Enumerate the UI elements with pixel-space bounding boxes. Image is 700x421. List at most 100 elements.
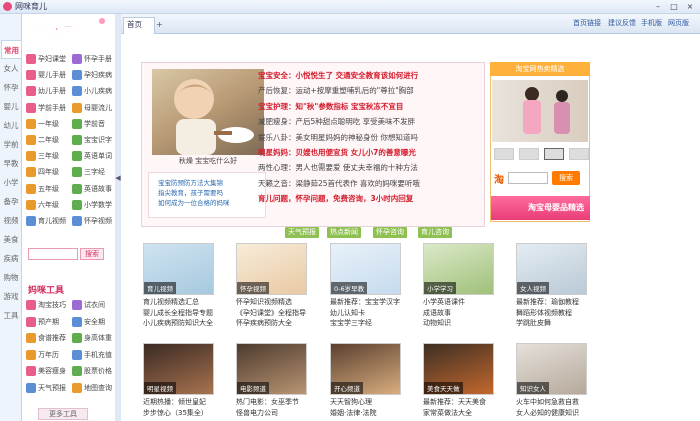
card-thumbnail[interactable]: 怀孕视频 <box>236 243 307 295</box>
left-menu-item[interactable]: 孕妇疾病 <box>72 68 112 82</box>
tip-link[interactable]: 宝宝防预防方法大集锦 <box>158 177 223 187</box>
parenting-consult-button[interactable]: 育儿咨询 <box>418 227 452 238</box>
left-menu-item[interactable]: 怀孕视频 <box>72 214 112 228</box>
left-menu-item[interactable]: 三年级 <box>26 149 59 163</box>
sidebar-item[interactable]: 幼儿 <box>1 116 21 135</box>
search-input[interactable] <box>28 248 78 260</box>
tool-item[interactable]: 试衣间 <box>72 298 105 312</box>
card-link[interactable]: 女人必知的健康知识 <box>516 408 579 418</box>
sidebar-item[interactable]: 女人 <box>1 59 21 78</box>
card-link[interactable]: 婴儿成长全程指导专题 <box>143 308 213 318</box>
card-link[interactable]: 《孕妇课堂》全程指导 <box>236 308 306 318</box>
left-menu-item[interactable]: 育儿视频 <box>26 214 66 228</box>
ad-thumb[interactable] <box>494 148 514 160</box>
card-link[interactable]: 怀孕疾病预防大全 <box>236 318 292 328</box>
left-menu-item[interactable]: 四年级 <box>26 165 59 179</box>
sidebar-item[interactable]: 游戏 <box>1 287 21 306</box>
sidebar-item[interactable]: 视频 <box>1 211 21 230</box>
sidebar-item[interactable]: 怀孕 <box>1 78 21 97</box>
left-menu-item[interactable]: 小儿疾病 <box>72 84 112 98</box>
feature-photo[interactable] <box>152 69 264 155</box>
tip-link[interactable]: 如何成为一位合格的妈咪 <box>158 197 230 207</box>
left-menu-item[interactable]: 一年级 <box>26 117 59 131</box>
card-link[interactable]: 怪兽电力公司 <box>236 408 278 418</box>
left-menu-item[interactable]: 五年级 <box>26 182 59 196</box>
card-thumbnail[interactable]: 电影频道 <box>236 343 307 395</box>
left-menu-item[interactable]: 怀孕手册 <box>72 52 112 66</box>
left-menu-item[interactable]: 小学数学 <box>72 198 112 212</box>
search-button[interactable]: 搜索 <box>80 248 104 260</box>
pregnancy-consult-button[interactable]: 怀孕咨询 <box>373 227 407 238</box>
card-link[interactable]: 最新推荐：瑜伽教程 <box>516 297 579 307</box>
card-thumbnail[interactable]: 明星视频 <box>143 343 214 395</box>
new-tab-button[interactable]: + <box>156 20 163 29</box>
maternal-banner[interactable]: 淘宝母婴品精选 <box>491 196 590 220</box>
card-thumbnail[interactable]: 小学学习 <box>423 243 494 295</box>
ad-photo[interactable] <box>492 80 588 142</box>
left-menu-item[interactable]: 二年级 <box>26 133 59 147</box>
feature-caption[interactable]: 秋燥 宝宝吃什么好 <box>150 156 266 166</box>
link-mobile[interactable]: 手机版 <box>641 18 662 28</box>
tab-home[interactable]: 首页 <box>123 17 155 34</box>
left-menu-item[interactable]: 孕妇课堂 <box>26 52 66 66</box>
news-link[interactable]: 明星妈妈：贝嫂也用便宜货 女儿小7的善意曝光 <box>258 147 416 158</box>
tool-item[interactable]: 预产期 <box>26 315 59 329</box>
left-menu-item[interactable]: 幼儿手册 <box>26 84 66 98</box>
news-link[interactable]: 育儿问题，怀孕问题，免费咨询，3小时内回复 <box>258 193 413 204</box>
card-link[interactable]: 步步惊心（35集全） <box>143 408 208 418</box>
ad-thumb[interactable] <box>544 148 564 160</box>
card-thumbnail[interactable]: 女人视频 <box>516 243 587 295</box>
sidebar-item[interactable]: 美食 <box>1 230 21 249</box>
weather-button[interactable]: 天气预报 <box>285 227 319 238</box>
tool-item[interactable]: 手机充值 <box>72 348 112 362</box>
link-web[interactable]: 网页版 <box>668 18 689 28</box>
card-link[interactable]: 宝宝学三字经 <box>330 318 372 328</box>
tool-item[interactable]: 美容瘦身 <box>26 364 66 378</box>
left-menu-item[interactable]: 学前音 <box>72 117 105 131</box>
left-menu-item[interactable]: 婴儿手册 <box>26 68 66 82</box>
sidebar-item[interactable]: 小学 <box>1 173 21 192</box>
card-link[interactable]: 近期热播：倾世皇妃 <box>143 397 206 407</box>
card-thumbnail[interactable]: 美食天天做 <box>423 343 494 395</box>
card-thumbnail[interactable]: 开心频道 <box>330 343 401 395</box>
minimize-button[interactable]: – <box>650 1 666 12</box>
more-tools-button[interactable]: 更多工具 <box>38 408 88 420</box>
news-link[interactable]: 娱乐八卦：美女明星妈妈的神秘身份 你想知道吗 <box>258 132 418 143</box>
tool-item[interactable]: 天气预报 <box>26 381 66 395</box>
tool-item[interactable]: 淘宝技巧 <box>26 298 66 312</box>
sidebar-item[interactable]: 备孕 <box>1 192 21 211</box>
left-menu-item[interactable]: 三字经 <box>72 165 105 179</box>
card-link[interactable]: 热门电影：女巫季节 <box>236 397 299 407</box>
news-link[interactable]: 减肥瘦身：产后5种甜点聪明吃 享受美味不发胖 <box>258 116 415 127</box>
card-link[interactable]: 小儿疾病预防知识大全 <box>143 318 213 328</box>
card-link[interactable]: 幼儿认知卡 <box>330 308 365 318</box>
sidebar-item[interactable]: 工具 <box>1 306 21 325</box>
sidebar-item[interactable]: 婴儿 <box>1 97 21 116</box>
card-link[interactable]: 育儿视频精选汇总 <box>143 297 199 307</box>
card-link[interactable]: 成语故事 <box>423 308 451 318</box>
card-link[interactable]: 怀孕知识视频精选 <box>236 297 292 307</box>
left-menu-item[interactable]: 六年级 <box>26 198 59 212</box>
maximize-button[interactable]: □ <box>666 1 682 12</box>
tool-item[interactable]: 股票价格 <box>72 364 112 378</box>
card-link[interactable]: 火车中如何急救自救 <box>516 397 579 407</box>
tool-item[interactable]: 万年历 <box>26 348 59 362</box>
card-link[interactable]: 舞蹈形体视频教程 <box>516 308 572 318</box>
card-link[interactable]: 家常菜做法大全 <box>423 408 472 418</box>
sidebar-item[interactable]: 早教 <box>1 154 21 173</box>
left-menu-item[interactable]: 学前手册 <box>26 101 66 115</box>
ad-search-input[interactable] <box>508 172 548 184</box>
sidebar-item[interactable]: 学前 <box>1 135 21 154</box>
sidebar-item[interactable]: 疾病 <box>1 249 21 268</box>
card-link[interactable]: 天天智狗心理 <box>330 397 372 407</box>
link-feedback[interactable]: 建议反馈 <box>608 18 636 28</box>
left-menu-item[interactable]: 英语单词 <box>72 149 112 163</box>
card-link[interactable]: 最新推荐：宝宝学汉字 <box>330 297 400 307</box>
news-link[interactable]: 宝宝安全：小悦悦生了 交通安全教育该如何进行 <box>258 70 418 81</box>
ad-thumb[interactable] <box>519 148 539 160</box>
left-menu-item[interactable]: 宝宝识字 <box>72 133 112 147</box>
left-menu-item[interactable]: 母婴流儿 <box>72 101 112 115</box>
news-link[interactable]: 产后恢复：运动+按摩重塑哺乳后的"尊拉"胸部 <box>258 85 414 96</box>
news-link[interactable]: 宝宝护理：知"秋"参数指标 宝宝秋冻不宜目 <box>258 101 403 112</box>
card-thumbnail[interactable]: 0-6岁早教 <box>330 243 401 295</box>
